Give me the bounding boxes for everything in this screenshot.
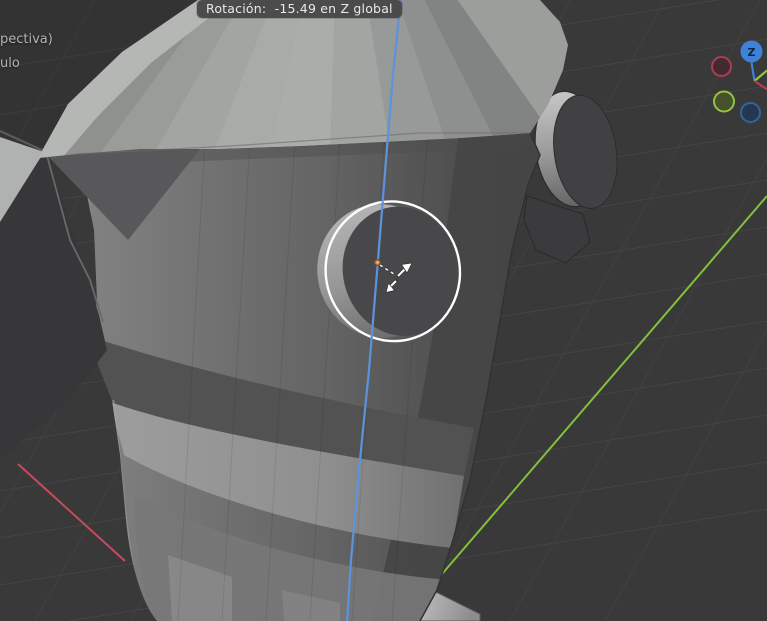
rotation-tooltip: Rotación: -15.49 en Z global <box>197 0 402 18</box>
object-origin <box>374 259 381 266</box>
gizmo-axis-z-negative-ball[interactable] <box>740 102 761 123</box>
viewport-canvas[interactable]: Z <box>0 0 767 621</box>
blender-3d-viewport[interactable]: Z Rotación: -15.49 en Z global pectiva) … <box>0 0 767 621</box>
gizmo-axis-y-negative-ball[interactable] <box>713 90 735 113</box>
gizmo-axis-x-negative-ball[interactable] <box>711 56 732 77</box>
gizmo-z-label: Z <box>748 46 756 59</box>
